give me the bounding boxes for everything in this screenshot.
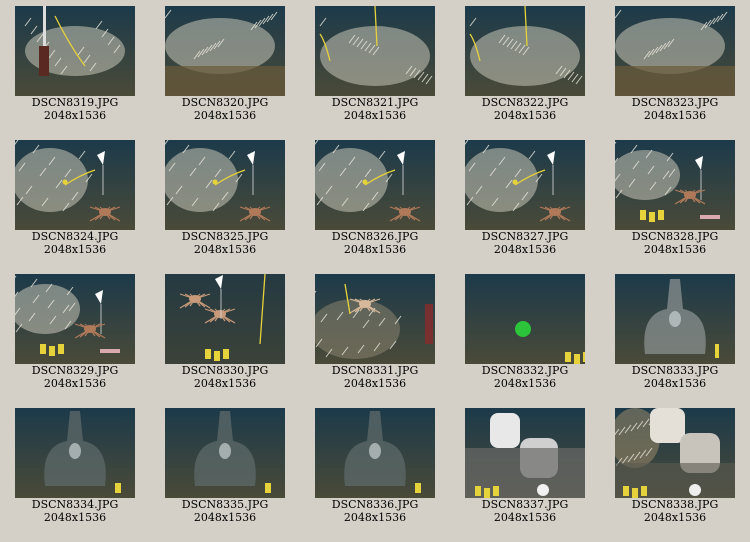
thumbnail-item[interactable]: DSCN8329.JPG 2048x1536	[5, 274, 145, 404]
thumbnail-image[interactable]	[15, 6, 135, 96]
thumbnail-item[interactable]: DSCN8322.JPG 2048x1536	[455, 6, 595, 136]
thumbnail-dimensions: 2048x1536	[643, 243, 707, 256]
thumbnail-image[interactable]	[315, 6, 435, 96]
thumbnail-item[interactable]: DSCN8334.JPG 2048x1536	[5, 408, 145, 538]
thumbnail-dimensions: 2048x1536	[43, 511, 107, 524]
thumbnail-dimensions: 2048x1536	[193, 511, 257, 524]
thumbnail-item[interactable]: DSCN8335.JPG 2048x1536	[155, 408, 295, 538]
thumbnail-image[interactable]	[465, 140, 585, 230]
thumbnail-filename: DSCN8334.JPG	[31, 498, 119, 511]
thumbnail-dimensions: 2048x1536	[193, 377, 257, 390]
thumbnail-filename: DSCN8323.JPG	[631, 96, 719, 109]
thumbnail-image[interactable]	[315, 408, 435, 498]
thumbnail-filename: DSCN8337.JPG	[481, 498, 569, 511]
thumbnail-dimensions: 2048x1536	[43, 243, 107, 256]
thumbnail-item[interactable]: DSCN8337.JPG 2048x1536	[455, 408, 595, 538]
thumbnail-dimensions: 2048x1536	[643, 109, 707, 122]
thumbnail-filename: DSCN8322.JPG	[481, 96, 569, 109]
thumbnail-item[interactable]: DSCN8338.JPG 2048x1536	[605, 408, 745, 538]
thumbnail-filename: DSCN8332.JPG	[481, 364, 569, 377]
thumbnail-filename: DSCN8331.JPG	[331, 364, 419, 377]
thumbnail-item[interactable]: DSCN8319.JPG 2048x1536	[5, 6, 145, 136]
thumbnail-image[interactable]	[165, 408, 285, 498]
thumbnail-filename: DSCN8321.JPG	[331, 96, 419, 109]
thumbnail-item[interactable]: DSCN8330.JPG 2048x1536	[155, 274, 295, 404]
thumbnail-filename: DSCN8320.JPG	[181, 96, 269, 109]
thumbnail-dimensions: 2048x1536	[493, 243, 557, 256]
thumbnail-filename: DSCN8330.JPG	[181, 364, 269, 377]
thumbnail-image[interactable]	[315, 140, 435, 230]
thumbnail-item[interactable]: DSCN8327.JPG 2048x1536	[455, 140, 595, 270]
thumbnail-dimensions: 2048x1536	[43, 377, 107, 390]
thumbnail-item[interactable]: DSCN8320.JPG 2048x1536	[155, 6, 295, 136]
thumbnail-dimensions: 2048x1536	[193, 243, 257, 256]
thumbnail-dimensions: 2048x1536	[643, 377, 707, 390]
thumbnail-dimensions: 2048x1536	[643, 511, 707, 524]
thumbnail-filename: DSCN8326.JPG	[331, 230, 419, 243]
thumbnail-item[interactable]: DSCN8332.JPG 2048x1536	[455, 274, 595, 404]
thumbnail-dimensions: 2048x1536	[343, 109, 407, 122]
thumbnail-item[interactable]: DSCN8333.JPG 2048x1536	[605, 274, 745, 404]
thumbnail-filename: DSCN8324.JPG	[31, 230, 119, 243]
thumbnail-dimensions: 2048x1536	[493, 377, 557, 390]
thumbnail-filename: DSCN8336.JPG	[331, 498, 419, 511]
thumbnail-image[interactable]	[615, 274, 735, 364]
thumbnail-filename: DSCN8328.JPG	[631, 230, 719, 243]
thumbnail-dimensions: 2048x1536	[343, 377, 407, 390]
thumbnail-dimensions: 2048x1536	[193, 109, 257, 122]
thumbnail-image[interactable]	[465, 6, 585, 96]
thumbnail-filename: DSCN8319.JPG	[31, 96, 119, 109]
thumbnail-image[interactable]	[615, 6, 735, 96]
thumbnail-image[interactable]	[315, 274, 435, 364]
thumbnail-filename: DSCN8338.JPG	[631, 498, 719, 511]
thumbnail-item[interactable]: DSCN8331.JPG 2048x1536	[305, 274, 445, 404]
thumbnail-filename: DSCN8335.JPG	[181, 498, 269, 511]
thumbnail-dimensions: 2048x1536	[493, 511, 557, 524]
thumbnail-item[interactable]: DSCN8328.JPG 2048x1536	[605, 140, 745, 270]
thumbnail-image[interactable]	[465, 408, 585, 498]
thumbnail-dimensions: 2048x1536	[343, 511, 407, 524]
thumbnail-item[interactable]: DSCN8326.JPG 2048x1536	[305, 140, 445, 270]
thumbnail-item[interactable]: DSCN8324.JPG 2048x1536	[5, 140, 145, 270]
thumbnail-item[interactable]: DSCN8336.JPG 2048x1536	[305, 408, 445, 538]
thumbnail-dimensions: 2048x1536	[343, 243, 407, 256]
thumbnail-filename: DSCN8329.JPG	[31, 364, 119, 377]
thumbnail-item[interactable]: DSCN8325.JPG 2048x1536	[155, 140, 295, 270]
thumbnail-image[interactable]	[165, 6, 285, 96]
thumbnail-image[interactable]	[165, 140, 285, 230]
thumbnail-filename: DSCN8327.JPG	[481, 230, 569, 243]
thumbnail-dimensions: 2048x1536	[493, 109, 557, 122]
thumbnail-image[interactable]	[465, 274, 585, 364]
thumbnail-item[interactable]: DSCN8321.JPG 2048x1536	[305, 6, 445, 136]
thumbnail-image[interactable]	[15, 274, 135, 364]
thumbnail-image[interactable]	[615, 408, 735, 498]
thumbnail-grid: DSCN8319.JPG 2048x1536 DSCN8320.JPG 2048…	[0, 0, 750, 542]
thumbnail-dimensions: 2048x1536	[43, 109, 107, 122]
thumbnail-filename: DSCN8333.JPG	[631, 364, 719, 377]
thumbnail-image[interactable]	[615, 140, 735, 230]
thumbnail-filename: DSCN8325.JPG	[181, 230, 269, 243]
thumbnail-image[interactable]	[165, 274, 285, 364]
thumbnail-image[interactable]	[15, 408, 135, 498]
thumbnail-item[interactable]: DSCN8323.JPG 2048x1536	[605, 6, 745, 136]
thumbnail-image[interactable]	[15, 140, 135, 230]
